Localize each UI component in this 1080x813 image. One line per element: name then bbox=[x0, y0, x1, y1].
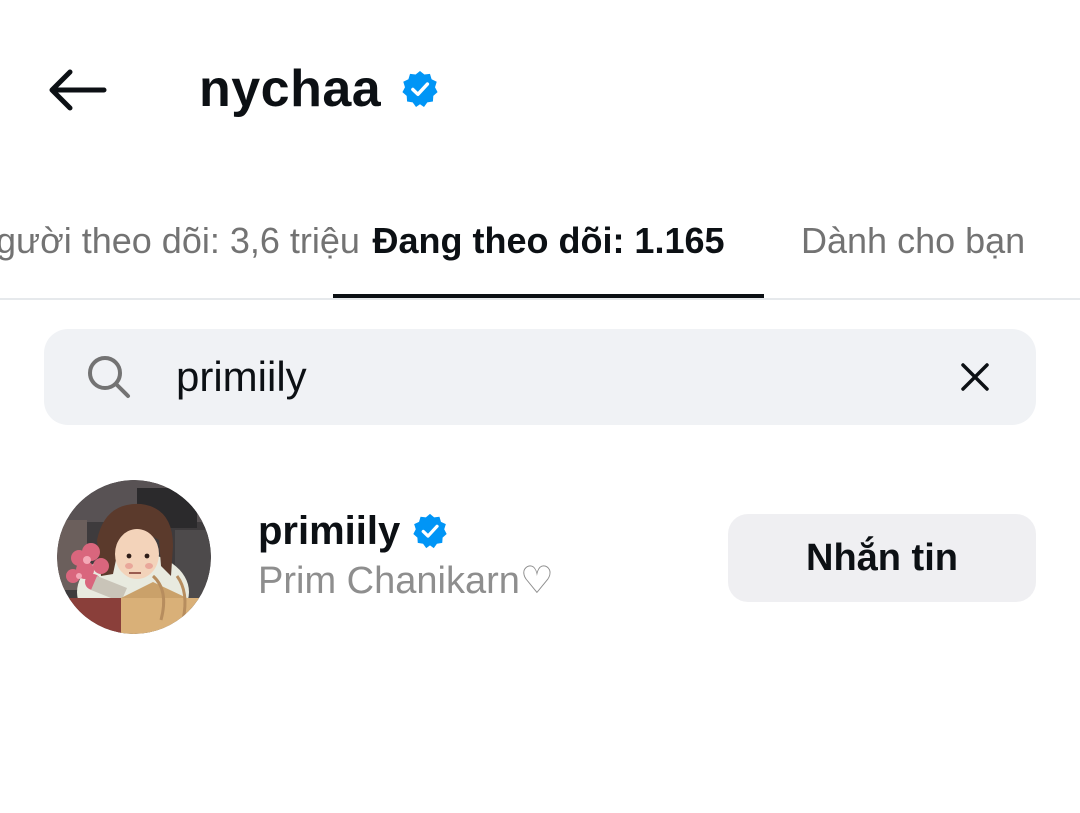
user-list-item[interactable]: primiily Prim Chanikarn♡ Nhắn tin bbox=[0, 470, 1080, 650]
avatar-image bbox=[57, 480, 211, 634]
close-icon bbox=[961, 363, 989, 391]
follow-tabs: Người theo dõi: 3,6 triệu Đang theo dõi:… bbox=[0, 186, 1080, 300]
verified-badge-icon bbox=[402, 70, 438, 108]
tab-following[interactable]: Đang theo dõi: 1.165 bbox=[333, 186, 764, 296]
verified-badge-icon bbox=[413, 513, 447, 549]
top-bar: nychaa bbox=[0, 0, 1080, 180]
search-input[interactable] bbox=[176, 345, 896, 409]
clear-search-button[interactable] bbox=[950, 352, 1000, 402]
search-icon bbox=[88, 356, 130, 398]
back-button[interactable] bbox=[40, 58, 112, 122]
page-title: nychaa bbox=[199, 60, 382, 118]
full-name: Prim Chanikarn♡ bbox=[258, 560, 554, 602]
profile-title: nychaa bbox=[199, 56, 439, 122]
avatar[interactable] bbox=[57, 480, 211, 634]
arrow-left-icon bbox=[49, 69, 107, 111]
tab-followers[interactable]: Người theo dõi: 3,6 triệu bbox=[0, 186, 360, 296]
username-row: primiily bbox=[258, 506, 448, 556]
message-button[interactable]: Nhắn tin bbox=[728, 514, 1036, 602]
active-tab-indicator bbox=[333, 294, 764, 298]
tab-for-you[interactable]: Dành cho bạn bbox=[801, 186, 1025, 296]
username[interactable]: primiily bbox=[258, 509, 400, 554]
